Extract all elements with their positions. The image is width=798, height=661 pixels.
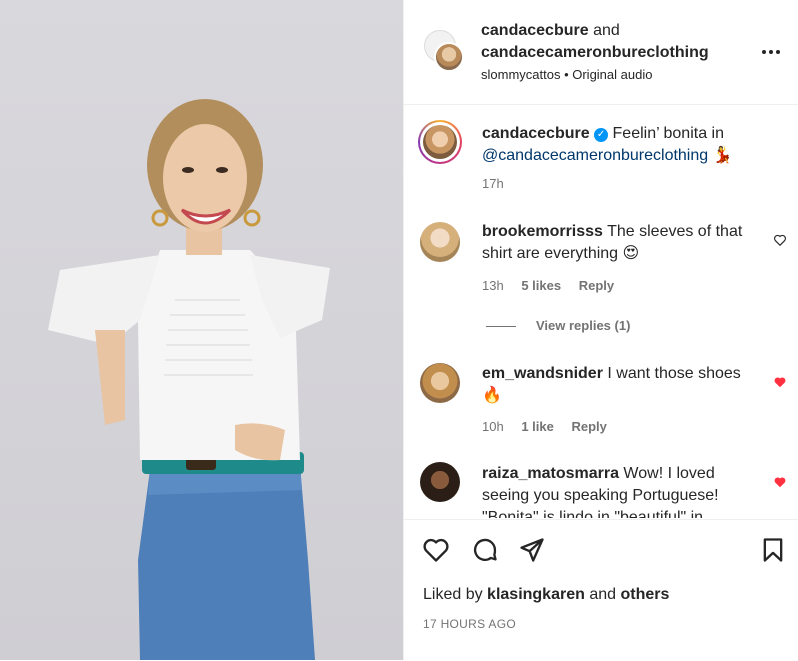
- comment-text: brookemorrisss The sleeves of that shirt…: [482, 221, 754, 265]
- audio-attribution[interactable]: slommycattos • Original audio: [481, 67, 652, 82]
- caption-time[interactable]: 17h: [482, 176, 504, 191]
- avatar[interactable]: [420, 462, 460, 502]
- liked-by-user[interactable]: klasingkaren: [487, 586, 585, 603]
- comment-time[interactable]: 13h: [482, 278, 504, 293]
- divider: [486, 326, 516, 328]
- caption-body: Feelin’ bonita in: [612, 125, 724, 142]
- comment-text: raiza_matosmarra Wow! I loved seeing you…: [482, 463, 754, 518]
- comment-likes[interactable]: 1 like: [521, 419, 554, 434]
- liked-by-others[interactable]: others: [620, 586, 669, 603]
- author-avatar[interactable]: [434, 42, 464, 72]
- verified-badge-icon: ✓: [594, 128, 609, 142]
- heart-icon[interactable]: [422, 536, 450, 564]
- liked-by: Liked by klasingkaren and others: [423, 586, 669, 604]
- caption-mention[interactable]: @candacecameronbureclothing: [482, 147, 708, 164]
- heart-outline-icon[interactable]: [773, 233, 787, 247]
- comment-text: em_wandsnider I want those shoes 🔥: [482, 363, 754, 407]
- avatar[interactable]: [420, 222, 460, 262]
- comment-time[interactable]: 10h: [482, 419, 504, 434]
- author-username[interactable]: candacecbure: [481, 22, 589, 39]
- post-timestamp[interactable]: 17 HOURS AGO: [423, 617, 516, 631]
- comment-likes[interactable]: 5 likes: [521, 278, 561, 293]
- comment-meta: 10h 1 like Reply: [482, 419, 621, 434]
- view-replies-button[interactable]: View replies (1): [486, 318, 630, 333]
- comment-username[interactable]: brookemorrisss: [482, 223, 603, 240]
- more-horizontal-icon[interactable]: [759, 40, 783, 64]
- comment-username[interactable]: raiza_matosmarra: [482, 465, 619, 482]
- comment-meta: 13h 5 likes Reply: [482, 278, 628, 293]
- post-actions: Liked by klasingkaren and others 17 HOUR…: [404, 519, 798, 661]
- liked-by-prefix: Liked by: [423, 586, 483, 603]
- reply-button[interactable]: Reply: [571, 419, 606, 434]
- caption-avatar: [423, 125, 457, 159]
- caption-username[interactable]: candacecbure: [482, 125, 590, 142]
- avatar[interactable]: [420, 363, 460, 403]
- heart-filled-icon[interactable]: [773, 475, 787, 489]
- caption-text: candacecbure ✓ Feelin’ bonita in @candac…: [482, 123, 754, 167]
- story-ring[interactable]: [418, 120, 462, 164]
- liked-by-and: and: [589, 586, 617, 603]
- post-side-panel: candacecbure and candacecameronburecloth…: [403, 0, 798, 660]
- send-icon[interactable]: [518, 536, 546, 564]
- post-media[interactable]: [0, 0, 403, 660]
- bookmark-icon[interactable]: [759, 536, 787, 564]
- view-replies-label: View replies (1): [536, 318, 631, 333]
- comments-list[interactable]: candacecbure ✓ Feelin’ bonita in @candac…: [404, 105, 798, 518]
- post-photo: [48, 99, 330, 660]
- and-text: and: [593, 22, 620, 39]
- collab-username[interactable]: candacecameronbureclothing: [481, 44, 709, 61]
- caption-meta: 17h: [482, 176, 518, 191]
- heart-filled-icon[interactable]: [773, 375, 787, 389]
- comment-icon[interactable]: [471, 536, 499, 564]
- reply-button[interactable]: Reply: [579, 278, 614, 293]
- comment-username[interactable]: em_wandsnider: [482, 365, 603, 382]
- post-header: candacecbure and candacecameronburecloth…: [404, 0, 798, 105]
- caption-emoji: 💃: [712, 147, 733, 164]
- post-authors: candacecbure and candacecameronburecloth…: [481, 20, 709, 64]
